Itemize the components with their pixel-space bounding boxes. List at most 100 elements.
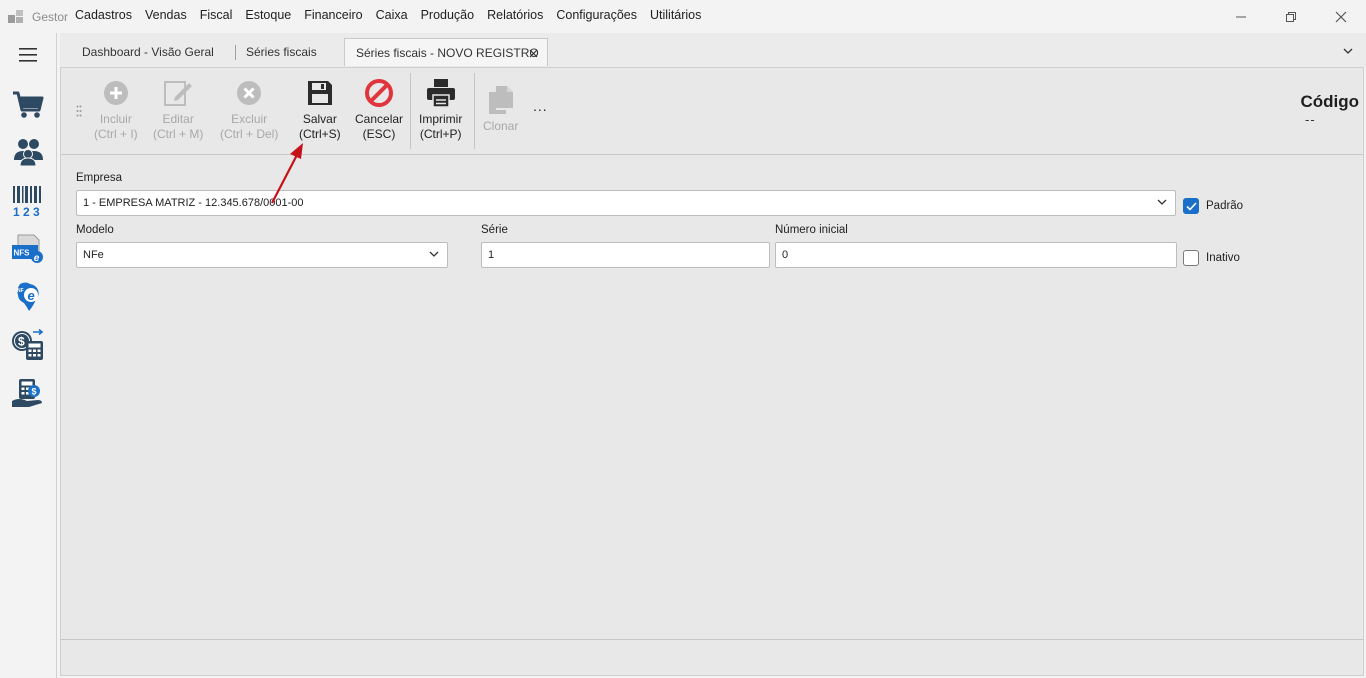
modelo-value: NFe <box>83 249 104 261</box>
menu-financeiro[interactable]: Financeiro <box>304 8 362 22</box>
checkbox-checked <box>1183 198 1199 214</box>
close-icon <box>529 49 538 58</box>
cash-hand-icon: $ <box>12 379 42 407</box>
svg-text:e: e <box>28 288 35 303</box>
salvar-shortcut: (Ctrl+S) <box>299 127 341 141</box>
imprimir-label: Imprimir <box>419 112 463 126</box>
menu-utilitarios[interactable]: Utilitários <box>650 8 701 22</box>
restore-icon <box>1286 12 1296 22</box>
add-circle-icon <box>103 81 128 105</box>
serie-value: 1 <box>488 249 495 261</box>
finance-calculator-icon: $ <box>12 329 44 360</box>
incluir-button[interactable]: Incluir (Ctrl + I) <box>94 78 138 142</box>
sidebar-item-produtos[interactable]: 1 2 3 <box>8 181 48 221</box>
cancelar-button[interactable]: Cancelar (ESC) <box>355 78 403 142</box>
toolbar-separator <box>410 73 411 149</box>
title-bar: Gestor Cadastros Vendas Fiscal Estoque F… <box>0 0 1366 33</box>
inativo-label: Inativo <box>1206 252 1240 264</box>
minimize-icon <box>1236 16 1246 18</box>
cancelar-label: Cancelar <box>355 112 404 126</box>
sidebar-item-caixa[interactable]: $ <box>8 373 48 413</box>
close-tab-button[interactable] <box>529 47 538 61</box>
tab-bar: Dashboard - Visão Geral Séries fiscais S… <box>60 33 1366 67</box>
edit-icon <box>164 81 193 106</box>
minimize-button[interactable] <box>1218 6 1264 28</box>
tab-overflow-button[interactable] <box>1343 44 1353 58</box>
padrao-checkbox[interactable]: Padrão <box>1183 198 1243 214</box>
menu-producao[interactable]: Produção <box>421 8 475 22</box>
serie-label: Série <box>481 224 508 236</box>
menu-vendas[interactable]: Vendas <box>145 8 187 22</box>
sidebar-item-nfe[interactable]: e NF <box>8 277 48 317</box>
tab-label: Séries fiscais - NOVO REGISTRO <box>356 45 539 60</box>
nfe-icon: e NF <box>17 282 39 311</box>
restore-button[interactable] <box>1268 6 1314 28</box>
close-window-button[interactable] <box>1318 6 1364 28</box>
clonar-button[interactable]: Clonar <box>483 85 518 134</box>
chevron-down-icon <box>1343 48 1353 54</box>
serie-input[interactable]: 1 <box>481 242 770 268</box>
delete-circle-icon <box>237 81 262 105</box>
drag-handle-icon[interactable] <box>76 105 82 117</box>
nfse-icon: NFS e <box>12 234 43 264</box>
excluir-label: Excluir <box>231 112 268 126</box>
toolbar-separator <box>474 73 475 149</box>
cart-icon <box>13 91 44 118</box>
menu-icon <box>19 48 37 62</box>
excluir-button[interactable]: Excluir (Ctrl + Del) <box>220 78 278 142</box>
toolbar: Incluir (Ctrl + I) Editar (Ctrl + M) Exc… <box>61 68 1363 155</box>
app-logo-icon <box>8 10 23 23</box>
modelo-label: Modelo <box>76 224 114 236</box>
cancelar-shortcut: (ESC) <box>362 127 396 141</box>
more-actions-button[interactable]: ... <box>533 98 548 114</box>
numero-inicial-input[interactable]: 0 <box>775 242 1177 268</box>
imprimir-button[interactable]: Imprimir (Ctrl+P) <box>419 78 462 142</box>
tab-dashboard[interactable]: Dashboard - Visão Geral <box>82 38 214 66</box>
tab-series-fiscais[interactable]: Séries fiscais <box>246 38 317 66</box>
svg-text:$: $ <box>32 387 37 397</box>
incluir-shortcut: (Ctrl + I) <box>94 127 138 141</box>
hamburger-menu-button[interactable] <box>8 35 48 75</box>
cancel-icon <box>365 79 394 107</box>
barcode-icon: 1 2 3 <box>13 186 41 217</box>
menu-fiscal[interactable]: Fiscal <box>200 8 233 22</box>
salvar-button[interactable]: Salvar (Ctrl+S) <box>299 78 341 142</box>
empresa-label: Empresa <box>76 172 123 184</box>
svg-text:$: $ <box>18 335 25 349</box>
left-sidebar: 1 2 3 NFS e e NF $ $ <box>0 33 57 678</box>
people-icon <box>14 139 43 166</box>
tab-label: Séries fiscais <box>246 45 317 59</box>
numero-inicial-value: 0 <box>782 249 789 261</box>
tab-label: Dashboard - Visão Geral <box>82 45 214 59</box>
editar-label: Editar <box>162 112 194 126</box>
menu-configuracoes[interactable]: Configurações <box>556 8 637 22</box>
chevron-down-icon <box>1157 199 1167 205</box>
menu-caixa[interactable]: Caixa <box>376 8 408 22</box>
clone-icon <box>488 86 513 114</box>
main-menu: Cadastros Vendas Fiscal Estoque Financei… <box>75 8 714 22</box>
sidebar-item-vendas[interactable] <box>8 85 48 125</box>
empresa-select[interactable]: 1 - EMPRESA MATRIZ - 12.345.678/0001-00 <box>76 190 1176 216</box>
print-icon <box>426 79 455 108</box>
padrao-label: Padrão <box>1206 200 1244 212</box>
svg-text:NFS: NFS <box>14 249 31 258</box>
svg-text:NF: NF <box>17 288 24 294</box>
empresa-value: 1 - EMPRESA MATRIZ - 12.345.678/0001-00 <box>83 197 304 209</box>
modelo-select[interactable]: NFe <box>76 242 448 268</box>
menu-cadastros[interactable]: Cadastros <box>75 8 132 22</box>
check-icon <box>1185 201 1197 211</box>
sidebar-item-nfse[interactable]: NFS e <box>8 229 48 269</box>
inativo-checkbox[interactable]: Inativo <box>1183 250 1240 266</box>
editar-button[interactable]: Editar (Ctrl + M) <box>153 78 203 142</box>
sidebar-item-financeiro[interactable]: $ <box>8 325 48 365</box>
codigo-label: Código <box>1300 92 1359 111</box>
editar-shortcut: (Ctrl + M) <box>153 127 204 141</box>
menu-estoque[interactable]: Estoque <box>245 8 291 22</box>
tab-separator <box>235 45 236 60</box>
sidebar-item-clientes[interactable] <box>8 131 48 171</box>
app-name: Gestor <box>32 10 69 24</box>
menu-relatorios[interactable]: Relatórios <box>487 8 543 22</box>
tab-series-fiscais-novo-registro[interactable]: Séries fiscais - NOVO REGISTRO <box>344 38 548 66</box>
checkbox-unchecked <box>1183 250 1199 266</box>
salvar-label: Salvar <box>302 112 337 126</box>
